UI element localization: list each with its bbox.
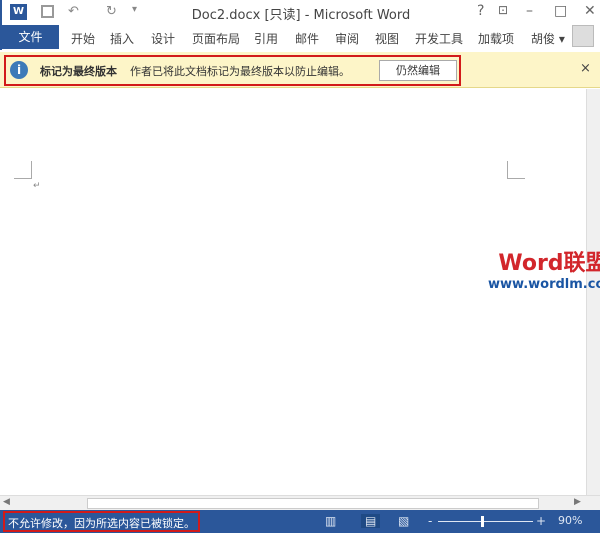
tab-references[interactable]: 引用 [254, 30, 278, 47]
tab-mailings[interactable]: 邮件 [295, 30, 319, 47]
margin-corner-mark [507, 161, 525, 179]
edit-anyway-button[interactable]: 仍然编辑 [379, 60, 457, 81]
status-bar: 不允许修改，因为所选内容已被锁定。 ▥ ▤ ▧ - + 90% [0, 510, 600, 533]
tab-review[interactable]: 审阅 [335, 30, 359, 47]
web-layout-icon[interactable]: ▧ [398, 514, 409, 528]
tab-design[interactable]: 设计 [151, 30, 175, 47]
maximize-button[interactable]: □ [554, 3, 567, 19]
zoom-level[interactable]: 90% [558, 514, 582, 527]
minimize-button[interactable]: – [526, 3, 533, 19]
avatar[interactable] [572, 25, 594, 47]
document-area[interactable]: ↵ [0, 89, 586, 495]
close-message-icon[interactable]: × [580, 61, 591, 76]
tab-view[interactable]: 视图 [375, 30, 399, 47]
tab-home[interactable]: 开始 [71, 30, 95, 47]
tab-addins[interactable]: 加载项 [478, 30, 514, 47]
watermark-url: www.wordlm.com [488, 277, 600, 292]
read-mode-icon[interactable]: ▥ [325, 514, 336, 528]
print-layout-icon[interactable]: ▤ [361, 514, 381, 528]
zoom-slider[interactable] [438, 516, 533, 527]
user-menu[interactable]: 胡俊 ▾ [531, 30, 565, 47]
info-icon: i [10, 61, 28, 79]
vertical-scrollbar[interactable] [586, 89, 600, 495]
title-bar: W ↶ ↻ ▾ Doc2.docx [只读] - Microsoft Word … [0, 0, 600, 25]
close-button[interactable]: ✕ [584, 3, 596, 19]
zoom-slider-thumb[interactable] [480, 516, 484, 527]
scroll-left-icon[interactable]: ◀ [3, 497, 10, 507]
watermark-logo: Word联盟 www.wordlm.com [488, 245, 600, 292]
horizontal-scrollbar[interactable]: ◀ ▶ [0, 495, 600, 510]
watermark-brand: Word联盟 [498, 251, 600, 276]
scroll-thumb[interactable] [87, 498, 539, 509]
status-message: 不允许修改，因为所选内容已被锁定。 [8, 517, 195, 530]
window-title: Doc2.docx [只读] - Microsoft Word [191, 8, 411, 23]
tab-layout[interactable]: 页面布局 [192, 30, 240, 47]
margin-corner-mark [14, 161, 32, 179]
paragraph-mark: ↵ [33, 181, 41, 191]
tab-developer[interactable]: 开发工具 [415, 30, 463, 47]
message-title: 标记为最终版本 [40, 65, 117, 78]
zoom-in-button[interactable]: + [536, 514, 546, 528]
help-button[interactable]: ? [477, 3, 484, 19]
scroll-right-icon[interactable]: ▶ [574, 497, 581, 507]
message-text: 作者已将此文档标记为最终版本以防止编辑。 [130, 65, 350, 78]
tab-file[interactable]: 文件 [2, 25, 59, 49]
tab-insert[interactable]: 插入 [110, 30, 134, 47]
ribbon-tabs: 文件 开始 插入 设计 页面布局 引用 邮件 审阅 视图 开发工具 加载项 胡俊… [0, 25, 600, 50]
ribbon-display-button[interactable]: ⊡ [498, 3, 508, 17]
zoom-out-button[interactable]: - [428, 514, 432, 528]
